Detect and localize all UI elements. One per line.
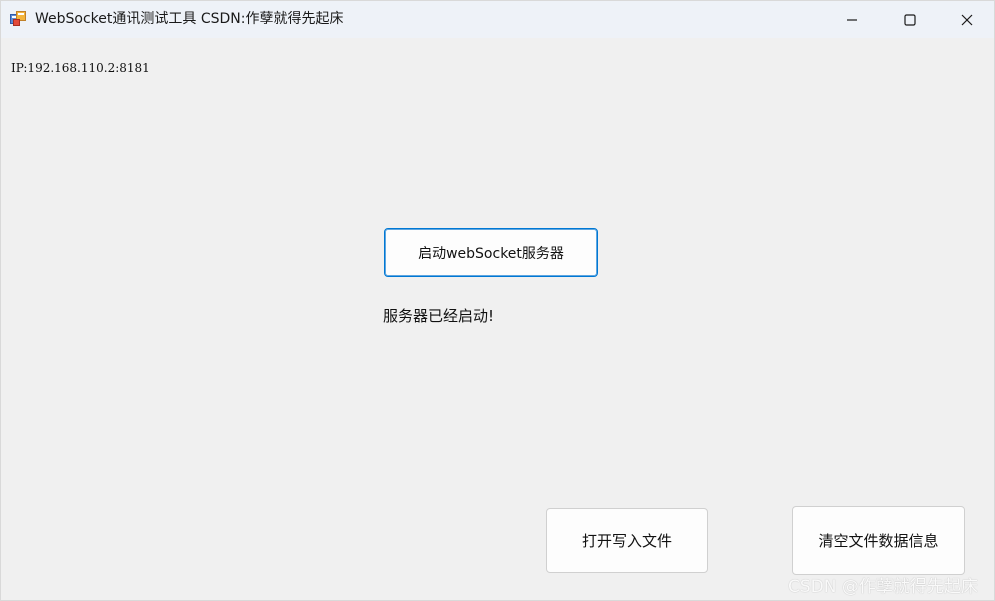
title-bar[interactable]: WebSocket通讯测试工具 CSDN:作孽就得先起床 bbox=[1, 1, 994, 38]
close-icon bbox=[961, 14, 973, 26]
minimize-icon bbox=[846, 14, 858, 26]
maximize-button[interactable] bbox=[881, 1, 939, 38]
window-title: WebSocket通讯测试工具 CSDN:作孽就得先起床 bbox=[35, 11, 344, 27]
start-websocket-server-button[interactable]: 启动webSocket服务器 bbox=[384, 228, 598, 277]
minimize-button[interactable] bbox=[823, 1, 881, 38]
app-window: WebSocket通讯测试工具 CSDN:作孽就得先起床 IP:192.168.… bbox=[0, 0, 995, 601]
ip-address-label: IP:192.168.110.2:8181 bbox=[11, 61, 150, 75]
open-write-file-button[interactable]: 打开写入文件 bbox=[546, 508, 708, 573]
server-status-text: 服务器已经启动! bbox=[383, 307, 495, 325]
clear-file-data-button[interactable]: 清空文件数据信息 bbox=[792, 506, 965, 575]
maximize-icon bbox=[904, 13, 916, 26]
close-button[interactable] bbox=[938, 1, 994, 38]
app-icon bbox=[10, 11, 26, 27]
csdn-watermark: CSDN @作孽就得先起床 bbox=[788, 577, 978, 597]
